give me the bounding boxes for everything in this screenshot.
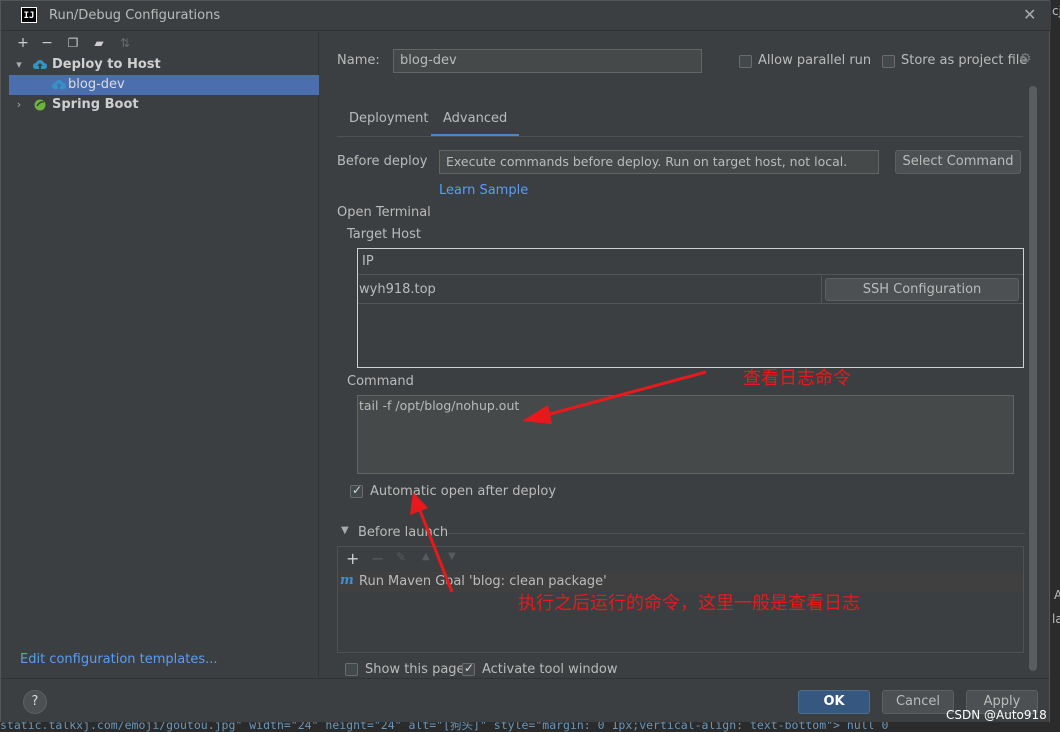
annotation-log-command: 查看日志命令: [743, 368, 851, 389]
watermark: CSDN @Auto918: [946, 708, 1047, 722]
annotation-arrow: [417, 507, 454, 593]
annotation-arrow: [534, 370, 707, 420]
annotation-arrowhead: [522, 405, 552, 424]
annotation-run-after: 执行之后运行的命令，这里一般是查看日志: [518, 593, 860, 614]
annotation-arrows: [410, 370, 707, 593]
